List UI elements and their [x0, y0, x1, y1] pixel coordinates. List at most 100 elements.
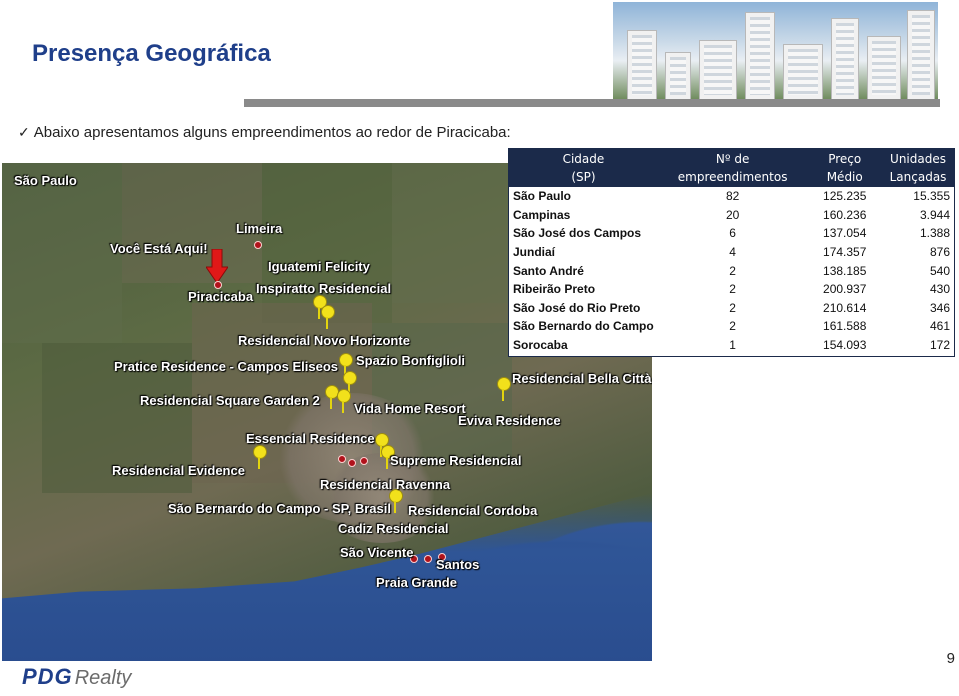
- cell-price: 137.054: [823, 226, 867, 241]
- location-dot[interactable]: [348, 459, 356, 467]
- page-number: 9: [946, 650, 955, 667]
- checkmark-icon: ✓: [18, 124, 30, 140]
- building-photos: [613, 2, 938, 100]
- cell-price: 138.185: [823, 263, 867, 278]
- page-title: Presença Geográfica: [32, 40, 271, 67]
- cell-city: São José dos Campos: [513, 226, 642, 241]
- cell-city: Jundiaí: [513, 245, 556, 260]
- table-row: São José dos Campos 6 137.054 1.388: [509, 224, 954, 243]
- title-divider: [244, 99, 940, 107]
- cell-count: 20: [725, 207, 740, 222]
- cell-city: São Bernardo do Campo: [513, 319, 654, 334]
- cell-city: Santo André: [513, 263, 584, 278]
- cell-city: Ribeirão Preto: [513, 282, 596, 297]
- cell-count: 2: [729, 319, 736, 334]
- table-header-row: Cidade (SP) Nº de empreendimentos Preço …: [509, 149, 954, 187]
- pdg-realty-logo: PDG Realty: [22, 664, 131, 690]
- pushpin-icon[interactable]: [336, 389, 351, 413]
- cell-count: 1: [729, 338, 736, 353]
- logo-sub: Realty: [74, 667, 132, 689]
- cell-count: 2: [729, 282, 736, 297]
- pushpin-icon[interactable]: [320, 305, 335, 329]
- header-line: (SP): [571, 170, 596, 184]
- cell-price: 210.614: [823, 300, 867, 315]
- map-label: Residencial Evidence: [112, 463, 245, 478]
- cell-units: 540: [929, 263, 950, 278]
- cell-price: 200.937: [823, 282, 867, 297]
- pushpin-icon[interactable]: [252, 445, 267, 469]
- cell-units: 876: [929, 245, 950, 260]
- cell-count: 6: [729, 226, 736, 241]
- header-line: Nº de: [715, 152, 750, 166]
- cell-price: 154.093: [823, 338, 867, 353]
- map-label: São Bernardo do Campo - SP, Brasil: [168, 501, 391, 516]
- map-label: Vida Home Resort: [354, 401, 466, 416]
- cell-price: 174.357: [823, 245, 867, 260]
- location-dot[interactable]: [360, 457, 368, 465]
- map-label: Você Está Aqui!: [110, 241, 208, 256]
- header-city: Cidade (SP): [509, 149, 658, 187]
- header-count: Nº de empreendimentos: [658, 149, 808, 187]
- table-row: São José do Rio Preto 2 210.614 346: [509, 299, 954, 318]
- header-price: Preço Médio: [807, 149, 882, 187]
- map-label: Pratice Residence - Campos Eliseos: [114, 359, 338, 374]
- map-label: Residencial Cordoba: [408, 503, 538, 518]
- map-label: Iguatemi Felicity: [268, 259, 370, 274]
- logo-main: PDG: [22, 664, 73, 689]
- map-label: São Paulo: [14, 173, 77, 188]
- table-row: Campinas 20 160.236 3.944: [509, 206, 954, 225]
- cell-units: 430: [929, 282, 950, 297]
- header-units: Unidades Lançadas: [882, 149, 954, 187]
- table-row: São Bernardo do Campo 2 161.588 461: [509, 317, 954, 336]
- header-line: Preço: [828, 152, 862, 166]
- intro-text: Abaixo apresentamos alguns empreendiment…: [33, 124, 511, 141]
- map-label: Piracicaba: [188, 289, 254, 304]
- city-summary-table: Cidade (SP) Nº de empreendimentos Preço …: [508, 148, 955, 357]
- map-label: Supreme Residencial: [390, 453, 522, 468]
- cell-units: 172: [929, 338, 950, 353]
- cell-price: 125.235: [823, 189, 867, 204]
- intro-bullet: ✓ Abaixo apresentamos alguns empreendimen…: [18, 124, 511, 141]
- cell-city: São Paulo: [513, 189, 572, 204]
- location-dot[interactable]: [214, 281, 222, 289]
- header-line: Cidade: [562, 152, 605, 166]
- table-row: Ribeirão Preto 2 200.937 430: [509, 280, 954, 299]
- cell-price: 161.588: [823, 319, 867, 334]
- cell-count: 2: [729, 300, 736, 315]
- cell-city: São José do Rio Preto: [513, 300, 641, 315]
- map-label: Residencial Bella Città: [512, 371, 652, 386]
- table-row: Jundiaí 4 174.357 876: [509, 243, 954, 262]
- cell-city: Sorocaba: [513, 338, 568, 353]
- map-label: Limeira: [236, 221, 283, 236]
- map-label: Spazio Bonfiglioli: [356, 353, 466, 368]
- you-are-here-arrow-icon: [206, 249, 228, 283]
- map-label: Praia Grande: [376, 575, 457, 590]
- cell-units: 15.355: [913, 189, 950, 204]
- location-dot[interactable]: [338, 455, 346, 463]
- cell-units: 1.388: [919, 226, 950, 241]
- table-row: Santo André 2 138.185 540: [509, 261, 954, 280]
- map-label: Residencial Ravenna: [320, 477, 451, 492]
- map-label: Essencial Residence: [246, 431, 375, 446]
- pushpin-icon[interactable]: [496, 377, 511, 401]
- cell-units: 461: [929, 319, 950, 334]
- cell-count: 82: [725, 189, 740, 204]
- header-line: empreendimentos: [677, 170, 788, 184]
- cell-count: 2: [729, 263, 736, 278]
- cell-units: 346: [929, 300, 950, 315]
- table-row: São Paulo 82 125.235 15.355: [509, 187, 954, 206]
- table-row: Sorocaba 1 154.093 172: [509, 336, 954, 355]
- map-label: Residencial Square Garden 2: [140, 393, 320, 408]
- map-label: Cadiz Residencial: [338, 521, 449, 536]
- map-label: Residencial Novo Horizonte: [238, 333, 410, 348]
- location-dot[interactable]: [424, 555, 432, 563]
- cell-price: 160.236: [823, 207, 867, 222]
- location-dot[interactable]: [254, 241, 262, 249]
- header-line: Médio: [826, 170, 863, 184]
- map-label: Inspiratto Residencial: [256, 281, 392, 296]
- cell-units: 3.944: [919, 207, 950, 222]
- map-label: Santos: [436, 557, 480, 572]
- map-label: São Vicente: [340, 545, 414, 560]
- header-line: Unidades: [890, 152, 946, 166]
- cell-city: Campinas: [513, 207, 571, 222]
